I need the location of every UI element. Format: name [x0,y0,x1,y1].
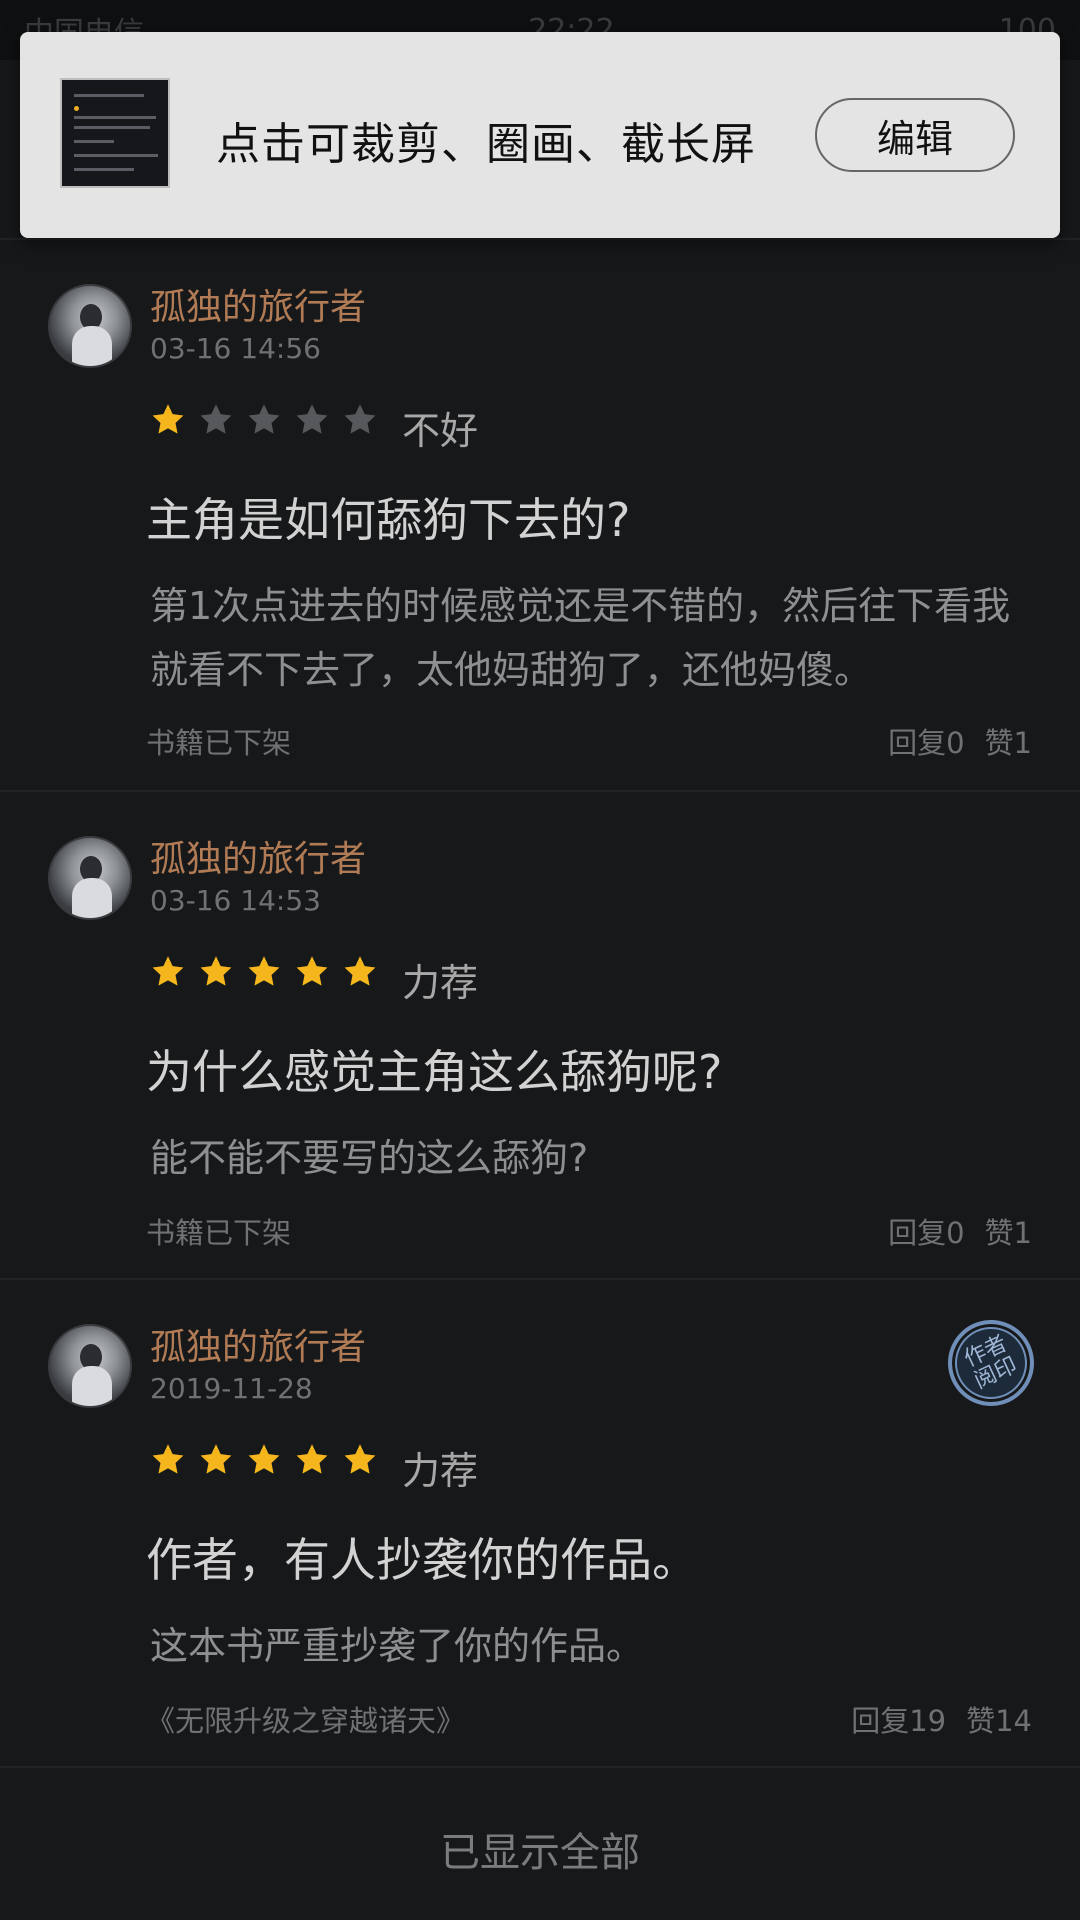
star-filled-icon [344,956,376,986]
star-empty-icon [200,404,232,434]
review-list: 孤独的旅行者 03-16 14:56 不好 主角是如何舔狗下去的? 第1次点进去… [0,240,1080,1768]
review-title[interactable]: 作者，有人抄袭你的作品。 [146,1524,698,1590]
star-empty-icon [344,404,376,434]
review-body[interactable]: 能不能不要写的这么舔狗? [150,1126,1040,1190]
screenshot-hint: 点击可裁剪、圈画、截长屏 [216,119,756,170]
reply-count-button[interactable]: 回复0 [888,1210,964,1252]
like-count-button[interactable]: 赞1 [985,1210,1032,1252]
review-stats: 回复0 赞1 [888,1210,1032,1252]
timestamp: 03-16 14:56 [150,332,321,365]
rating-label: 不好 [402,409,479,453]
username[interactable]: 孤独的旅行者 [150,830,366,882]
star-filled-icon [200,956,232,986]
review-title[interactable]: 为什么感觉主角这么舔狗呢? [146,1036,722,1102]
review-body[interactable]: 第1次点进去的时候感觉还是不错的，然后往下看我就看不下去了，太他妈甜狗了，还他妈… [150,574,1040,702]
rating-label: 力荐 [402,961,479,1005]
star-filled-icon [248,1444,280,1474]
star-filled-icon [344,1444,376,1474]
star-filled-icon [152,404,184,434]
reply-count-button[interactable]: 回复19 [851,1698,946,1740]
star-filled-icon [152,1444,184,1474]
end-of-list-label: 已显示全部 [440,1830,640,1876]
edit-button[interactable]: 编辑 [815,98,1015,172]
star-filled-icon [200,1444,232,1474]
rating-stars [150,954,378,990]
star-filled-icon [296,956,328,986]
book-status[interactable]: 书籍已下架 [146,1210,291,1252]
screenshot-toast[interactable]: 点击可裁剪、圈画、截长屏 编辑 [20,32,1060,238]
screenshot-thumbnail[interactable] [60,78,170,188]
star-filled-icon [152,956,184,986]
timestamp: 2019-11-28 [150,1372,313,1405]
username[interactable]: 孤独的旅行者 [150,1318,366,1370]
review-card[interactable]: 孤独的旅行者 03-16 14:56 不好 主角是如何舔狗下去的? 第1次点进去… [0,240,1080,792]
author-stamp-icon: 作者 阅印 [933,1305,1049,1421]
review-card[interactable]: 孤独的旅行者 2019-11-28 作者 阅印 力荐 作者，有人抄袭你的作品。 这… [0,1280,1080,1768]
avatar[interactable] [48,836,132,920]
reply-count-button[interactable]: 回复0 [888,720,964,762]
timestamp: 03-16 14:53 [150,884,321,917]
rating-stars [150,1442,378,1478]
like-count-button[interactable]: 赞14 [966,1698,1032,1740]
username[interactable]: 孤独的旅行者 [150,278,366,330]
rating-label: 力荐 [402,1449,479,1493]
book-status[interactable]: 书籍已下架 [146,720,291,762]
review-body[interactable]: 这本书严重抄袭了你的作品。 [150,1614,1040,1678]
avatar[interactable] [48,284,132,368]
avatar[interactable] [48,1324,132,1408]
star-empty-icon [248,404,280,434]
like-count-button[interactable]: 赞1 [985,720,1032,762]
book-title-link[interactable]: 《无限升级之穿越诸天》 [146,1698,465,1740]
review-stats: 回复0 赞1 [888,720,1032,762]
review-title[interactable]: 主角是如何舔狗下去的? [146,484,630,550]
rating-stars [150,402,378,438]
review-card[interactable]: 孤独的旅行者 03-16 14:53 力荐 为什么感觉主角这么舔狗呢? 能不能不… [0,792,1080,1280]
star-filled-icon [248,956,280,986]
star-filled-icon [296,1444,328,1474]
star-empty-icon [296,404,328,434]
review-stats: 回复19 赞14 [851,1698,1032,1740]
